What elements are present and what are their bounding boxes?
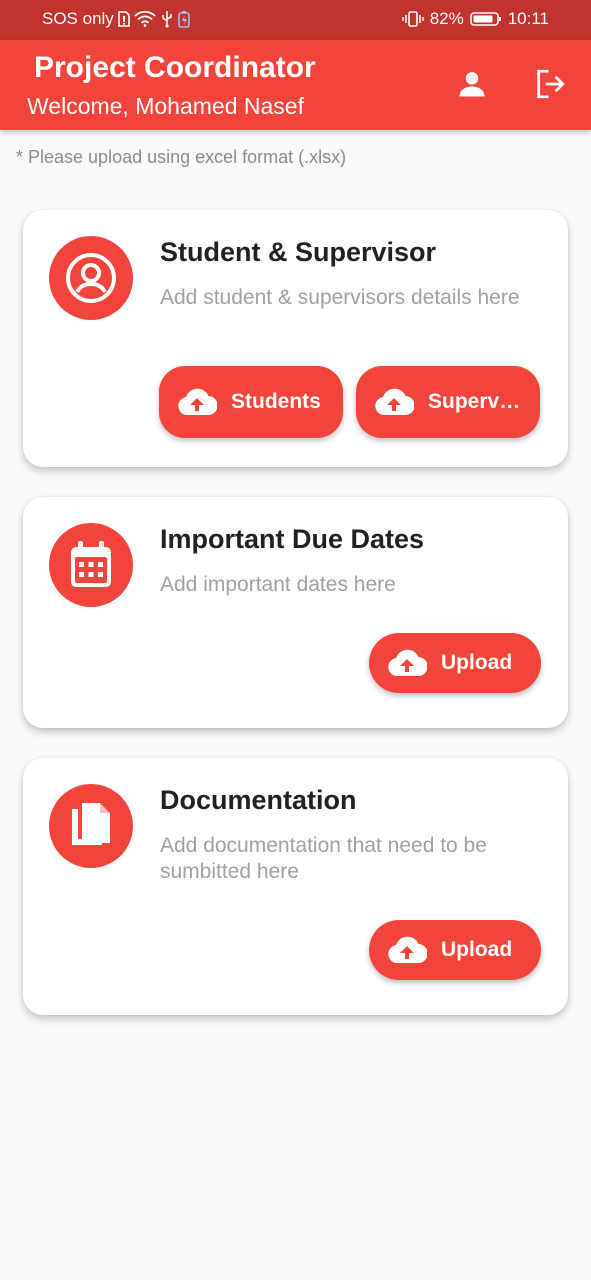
documents-icon: [49, 784, 133, 868]
app-bar: Project Coordinator Welcome, Mohamed Nas…: [0, 40, 591, 130]
battery-saver-icon: [178, 9, 190, 29]
calendar-icon: [49, 523, 133, 607]
button-label: Upload: [441, 938, 513, 961]
status-bar-right: 82% 10:11: [401, 9, 549, 29]
status-bar-left: SOS only: [42, 9, 190, 29]
logout-icon: [533, 67, 567, 106]
upload-due-dates-button[interactable]: Upload: [369, 633, 541, 693]
documentation-card: Documentation Add documentation that nee…: [23, 758, 568, 1015]
battery-percent: 82%: [429, 9, 464, 28]
status-bar: SOS only 82% 10:11: [0, 0, 591, 40]
welcome-text: Welcome, Mohamed Nasef: [27, 93, 304, 119]
card-title: Important Due Dates: [160, 524, 425, 554]
button-label: Students: [231, 390, 321, 413]
card-title: Documentation: [160, 785, 357, 815]
cloud-upload-icon: [387, 935, 427, 965]
vibrate-icon: [401, 9, 424, 29]
button-label: Supervisors: [428, 390, 524, 413]
wifi-icon: [134, 9, 156, 29]
upload-students-button[interactable]: Students: [159, 366, 343, 438]
upload-format-hint: * Please upload using excel format (.xls…: [16, 147, 347, 167]
person-icon: [457, 69, 487, 104]
due-dates-card: Important Due Dates Add important dates …: [23, 497, 568, 728]
cloud-upload-icon: [374, 387, 414, 417]
app-title: Project Coordinator: [34, 51, 316, 84]
card-title: Student & Supervisor: [160, 237, 437, 267]
logout-button[interactable]: [530, 66, 570, 106]
profile-button[interactable]: [452, 66, 492, 106]
usb-icon: [160, 9, 174, 29]
sim-icon: [118, 9, 130, 29]
carrier-text: SOS only: [42, 9, 114, 28]
card-description: Add documentation that need to be sumbit…: [160, 834, 487, 883]
button-label: Upload: [441, 651, 513, 674]
clock: 10:11: [507, 9, 549, 28]
upload-supervisors-button[interactable]: Supervisors: [356, 366, 540, 438]
card-description: Add student & supervisors details here: [160, 286, 520, 309]
battery-icon: [469, 9, 502, 29]
account-circle-icon: [49, 236, 133, 320]
cloud-upload-icon: [387, 648, 427, 678]
upload-documentation-button[interactable]: Upload: [369, 920, 541, 980]
cloud-upload-icon: [177, 387, 217, 417]
card-description: Add important dates here: [160, 573, 396, 596]
student-supervisor-card: Student & Supervisor Add student & super…: [23, 210, 568, 467]
